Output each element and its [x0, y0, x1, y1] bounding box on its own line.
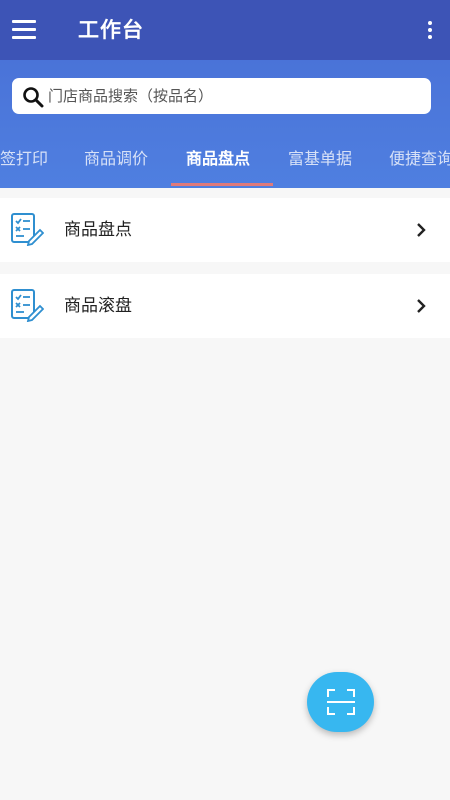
search-icon	[23, 87, 44, 108]
more-vertical-icon[interactable]	[426, 18, 434, 42]
scan-button[interactable]	[307, 672, 374, 732]
list-item-rolling-count[interactable]: 商品滚盘	[0, 274, 450, 338]
menu-icon[interactable]	[12, 18, 36, 42]
search-bar[interactable]	[12, 78, 431, 114]
header-band: 签打印 商品调价 商品盘点 富基单据 便捷查询	[0, 60, 450, 188]
tab-fuji-documents[interactable]: 富基单据	[288, 148, 352, 170]
chevron-right-icon	[417, 223, 426, 237]
search-input[interactable]	[48, 78, 418, 114]
list-item-stock-count[interactable]: 商品盘点	[0, 198, 450, 262]
chevron-right-icon	[417, 299, 426, 313]
tab-price-adjust[interactable]: 商品调价	[84, 148, 148, 170]
tab-label-print[interactable]: 签打印	[0, 148, 48, 170]
checklist-edit-icon	[11, 289, 44, 322]
checklist-edit-icon	[11, 213, 44, 246]
scan-icon	[327, 689, 355, 715]
page-title: 工作台	[78, 18, 144, 42]
tab-quick-query[interactable]: 便捷查询	[389, 148, 450, 170]
tab-bar: 签打印 商品调价 商品盘点 富基单据 便捷查询	[0, 134, 450, 188]
list-item-label: 商品滚盘	[64, 296, 132, 316]
tab-stock-count[interactable]: 商品盘点	[186, 148, 250, 170]
active-tab-indicator	[171, 183, 273, 186]
list-item-label: 商品盘点	[64, 220, 132, 240]
app-bar: 工作台	[0, 0, 450, 60]
